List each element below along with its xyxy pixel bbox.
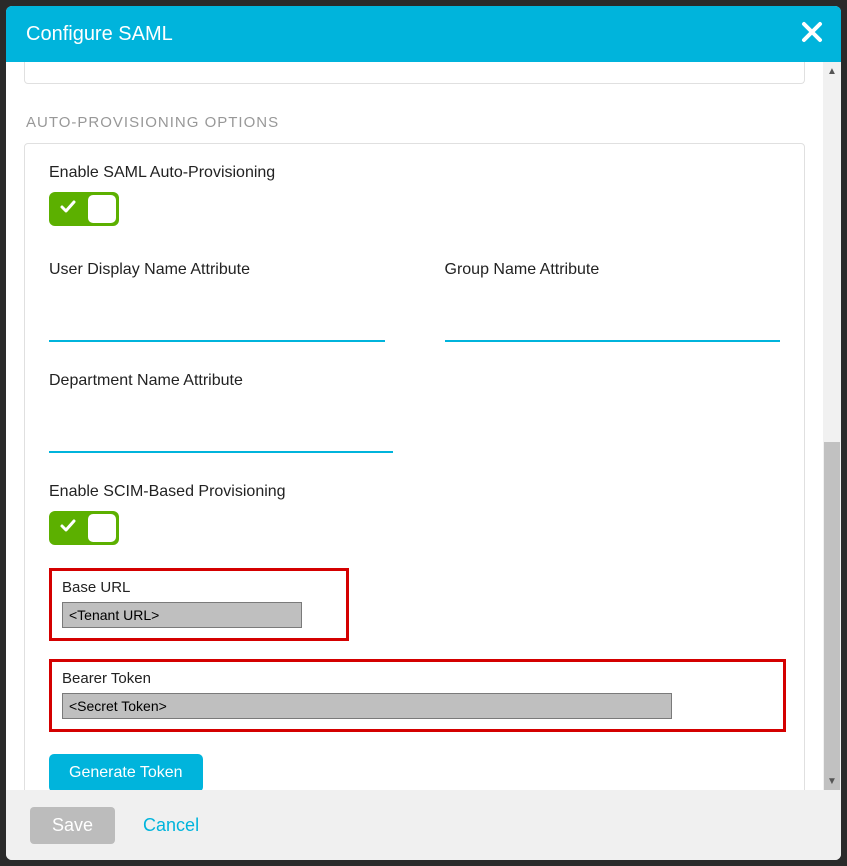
scroll-down-icon[interactable]: ▼ xyxy=(823,772,841,790)
scrollbar[interactable]: ▲ ▼ xyxy=(823,62,841,790)
dialog-title: Configure SAML xyxy=(26,23,173,46)
configure-saml-dialog: Configure SAML AUTO-PROVISIONING OPTIONS… xyxy=(6,6,841,860)
group-name-label: Group Name Attribute xyxy=(445,261,781,279)
toggle-knob xyxy=(88,195,116,223)
dialog-titlebar: Configure SAML xyxy=(6,6,841,62)
check-icon xyxy=(59,517,77,540)
cancel-button[interactable]: Cancel xyxy=(143,815,199,836)
base-url-highlight: Base URL xyxy=(49,568,349,641)
section-heading: AUTO-PROVISIONING OPTIONS xyxy=(26,114,823,131)
scrollbar-thumb[interactable] xyxy=(824,442,840,802)
base-url-input[interactable] xyxy=(62,602,302,628)
previous-section-card xyxy=(24,62,805,84)
enable-saml-label: Enable SAML Auto-Provisioning xyxy=(49,164,780,182)
close-icon[interactable] xyxy=(801,21,823,48)
generate-token-button[interactable]: Generate Token xyxy=(49,754,203,790)
bearer-token-input[interactable] xyxy=(62,693,672,719)
base-url-label: Base URL xyxy=(62,579,336,596)
user-display-name-input[interactable] xyxy=(49,309,385,342)
enable-scim-label: Enable SCIM-Based Provisioning xyxy=(49,483,780,501)
department-name-input[interactable] xyxy=(49,420,393,453)
group-name-input[interactable] xyxy=(445,309,781,342)
department-name-label: Department Name Attribute xyxy=(49,372,393,390)
check-icon xyxy=(59,198,77,221)
toggle-knob xyxy=(88,514,116,542)
save-button[interactable]: Save xyxy=(30,807,115,844)
dialog-body: AUTO-PROVISIONING OPTIONS Enable SAML Au… xyxy=(6,62,841,790)
bearer-token-label: Bearer Token xyxy=(62,670,773,687)
user-display-name-label: User Display Name Attribute xyxy=(49,261,385,279)
auto-provisioning-card: Enable SAML Auto-Provisioning User Displ… xyxy=(24,143,805,790)
bearer-token-highlight: Bearer Token xyxy=(49,659,786,732)
enable-saml-toggle[interactable] xyxy=(49,192,119,226)
scroll-up-icon[interactable]: ▲ xyxy=(823,62,841,80)
dialog-footer: Save Cancel xyxy=(6,790,841,860)
enable-scim-toggle[interactable] xyxy=(49,511,119,545)
